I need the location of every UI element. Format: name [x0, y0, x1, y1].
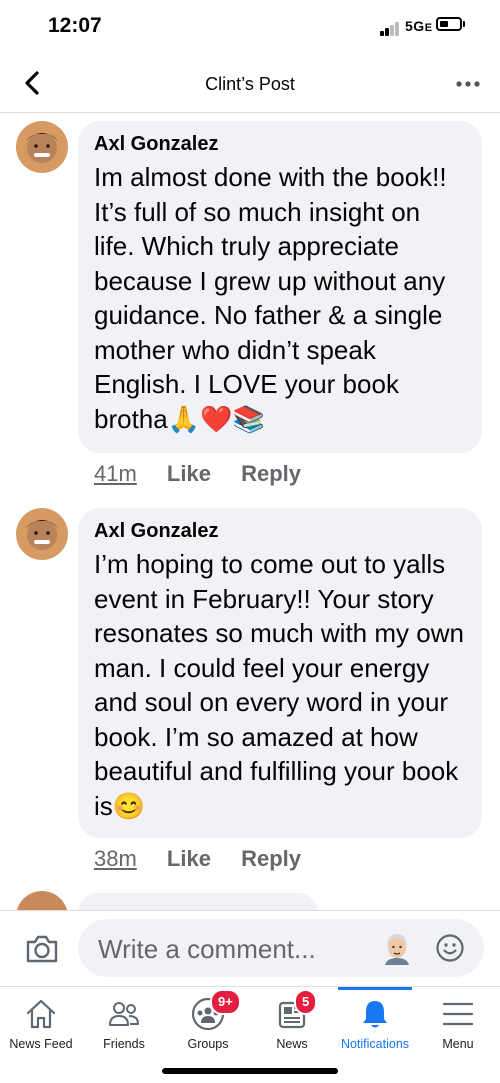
- comment-field[interactable]: [78, 919, 484, 979]
- battery-icon: [436, 17, 462, 31]
- tab-notifications[interactable]: Notifications: [334, 987, 416, 1057]
- comment-input[interactable]: [96, 919, 380, 979]
- menu-icon: [442, 1002, 474, 1026]
- comments-list[interactable]: Axl Gonzalez Im almost done with the boo…: [0, 113, 500, 910]
- page-title: Clint’s Post: [205, 74, 295, 94]
- comment-bubble: Axl Gonzalez Im almost done with the boo…: [78, 121, 482, 453]
- battery-cap: [463, 21, 465, 27]
- tab-news[interactable]: 5 News: [250, 987, 334, 1057]
- news-badge: 5: [294, 989, 318, 1015]
- network-indicator: 5GE: [405, 18, 433, 34]
- comment-actions: 38m Like Reply: [94, 846, 325, 872]
- friends-icon: [109, 1002, 139, 1026]
- tab-news-feed[interactable]: News Feed: [0, 987, 82, 1057]
- like-button[interactable]: Like: [167, 461, 211, 486]
- tab-label: Notifications: [340, 1037, 410, 1051]
- network-suffix: E: [424, 22, 433, 34]
- status-time: 12:07: [48, 14, 102, 37]
- status-bar: 12:07 5GE: [0, 0, 500, 56]
- comment-author[interactable]: Axl Gonzalez: [94, 133, 466, 156]
- avatar[interactable]: [16, 508, 68, 560]
- memoji-avatar-icon[interactable]: [380, 931, 414, 965]
- comment-composer: [0, 910, 500, 987]
- tab-label: Friends: [103, 1037, 145, 1051]
- tab-label: News: [276, 1037, 308, 1051]
- tab-label: Menu: [442, 1037, 474, 1051]
- comment-author[interactable]: Axl Gonzalez: [94, 520, 466, 543]
- bell-icon: [363, 1001, 387, 1028]
- signal-icon: [380, 22, 402, 36]
- comment-time[interactable]: 38m: [94, 846, 137, 871]
- reply-button[interactable]: Reply: [241, 461, 301, 486]
- more-horizontal-icon[interactable]: [454, 74, 484, 94]
- camera-icon[interactable]: [24, 931, 60, 967]
- comment-actions: 41m Like Reply: [94, 461, 325, 487]
- post-header: Clint’s Post: [0, 56, 500, 113]
- tab-friends[interactable]: Friends: [82, 987, 166, 1057]
- avatar[interactable]: [16, 121, 68, 173]
- comment-bubble: Axl Gonzalez I’m hoping to come out to y…: [78, 508, 482, 838]
- home-icon: [26, 999, 56, 1029]
- avatar[interactable]: [16, 891, 68, 910]
- network-label: 5G: [405, 18, 425, 34]
- tab-label: Groups: [187, 1037, 229, 1051]
- tab-menu[interactable]: Menu: [416, 987, 500, 1057]
- home-indicator[interactable]: [162, 1068, 338, 1074]
- groups-badge: 9+: [210, 989, 241, 1015]
- comment-bubble: [78, 893, 318, 910]
- like-button[interactable]: Like: [167, 846, 211, 871]
- tab-groups[interactable]: 9+ Groups: [166, 987, 250, 1057]
- smiley-icon[interactable]: [435, 933, 465, 963]
- comment-time[interactable]: 41m: [94, 461, 137, 486]
- comment-text: I’m hoping to come out to yalls event in…: [94, 549, 464, 821]
- tab-label: News Feed: [9, 1037, 73, 1051]
- comment-text: Im almost done with the book!! It’s full…: [94, 162, 447, 434]
- reply-button[interactable]: Reply: [241, 846, 301, 871]
